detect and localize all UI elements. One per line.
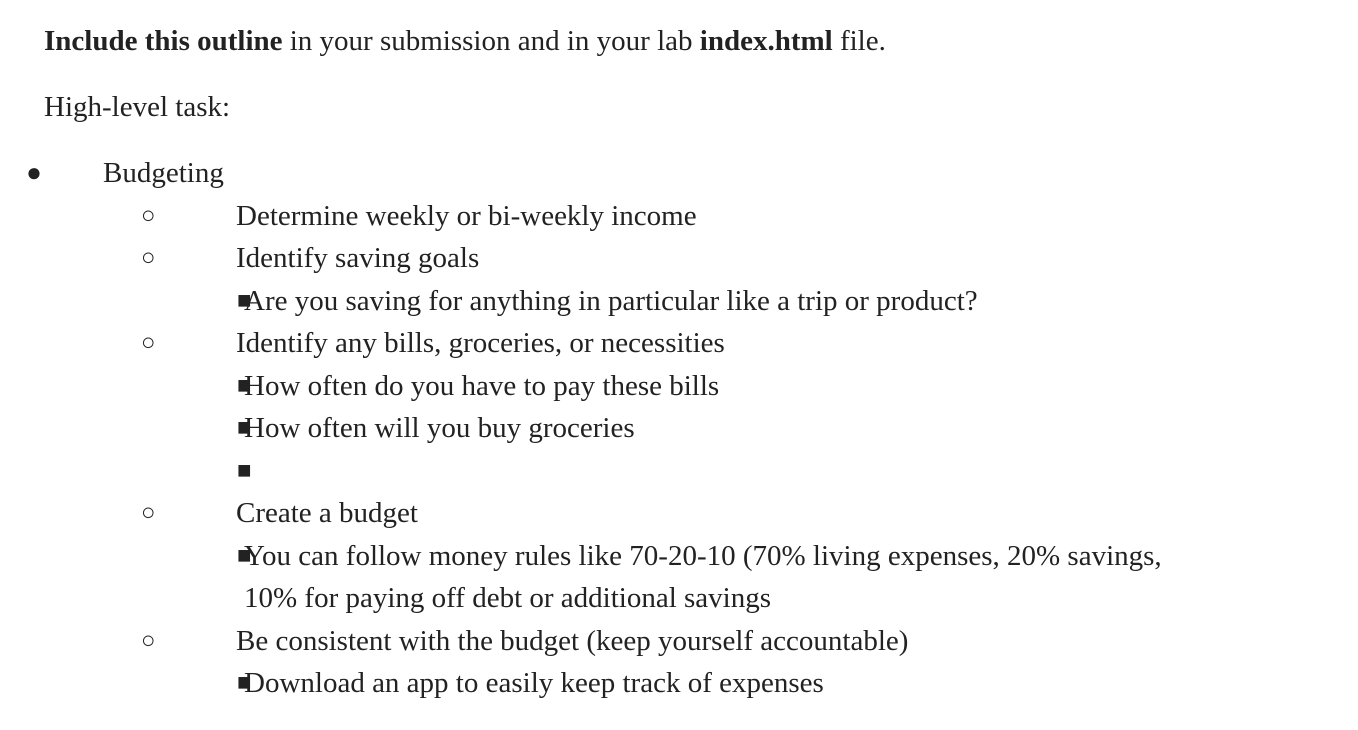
document-body: Include this outline in your submission … [26, 20, 1334, 705]
list-item-label: Identify saving goals [236, 242, 480, 274]
bullet-circle-icon: ○ [141, 245, 156, 271]
list-subitem: ■ Download an app to easily keep track o… [44, 662, 1334, 705]
list-item: ○ Be consistent with the budget (keep yo… [44, 620, 1334, 663]
list-item-label: Be consistent with the budget (keep your… [236, 624, 909, 657]
list-item-label: Identify any bills, groceries, or necess… [236, 327, 725, 359]
bullet-disc-icon: ● [26, 158, 42, 187]
list-item-label: Create a budget [236, 497, 418, 529]
intro-text-1: in your submission and in your lab [282, 25, 700, 57]
bullet-square-icon: ■ [237, 372, 252, 399]
outline-item-budgeting: ● Budgeting ○ Determine weekly or bi-wee… [26, 152, 1334, 705]
list-item: ○ Determine weekly or bi-weekly income [44, 195, 1334, 238]
bullet-circle-icon: ○ [141, 500, 156, 526]
task-label: High-level task: [44, 91, 231, 123]
intro-paragraph: Include this outline in your submission … [44, 20, 1334, 65]
intro-text-2: file. [832, 25, 886, 57]
bullet-circle-icon: ○ [141, 627, 156, 654]
list-subitem: ■ How often do you have to pay these bil… [44, 365, 1334, 408]
list-item: ○ Identify any bills, groceries, or nece… [44, 322, 1334, 365]
intro-bold-outline: Include this outline [44, 25, 283, 57]
intro-bold-filename: index.html [699, 25, 833, 57]
bullet-circle-icon: ○ [141, 330, 156, 356]
bullet-square-icon: ■ [237, 415, 252, 441]
list-item: ○ Identify saving goals [44, 237, 1334, 280]
bullet-square-icon: ■ [237, 670, 252, 696]
list-subitem: ■ How often will you buy groceries [44, 407, 1334, 450]
list-subitem: ■ Are you saving for anything in particu… [44, 280, 1334, 323]
list-subitem-empty: ■ [44, 450, 1334, 493]
list-item-label: Determine weekly or bi-weekly income [236, 199, 697, 232]
list-subitem-label: You can follow money rules like 70-20-10… [244, 539, 1162, 615]
list-item: ○ Create a budget [44, 492, 1334, 535]
bullet-circle-icon: ○ [141, 202, 156, 229]
list-subitem: ■ You can follow money rules like 70-20-… [44, 535, 1334, 620]
bullet-square-icon: ■ [237, 287, 252, 314]
bullet-square-icon: ■ [237, 457, 252, 484]
outline-sublist: ○ Determine weekly or bi-weekly income ○… [44, 195, 1334, 705]
bullet-square-icon: ■ [237, 542, 252, 569]
outline-item-label: Budgeting [103, 157, 224, 189]
outline-list: ● Budgeting ○ Determine weekly or bi-wee… [26, 152, 1334, 705]
